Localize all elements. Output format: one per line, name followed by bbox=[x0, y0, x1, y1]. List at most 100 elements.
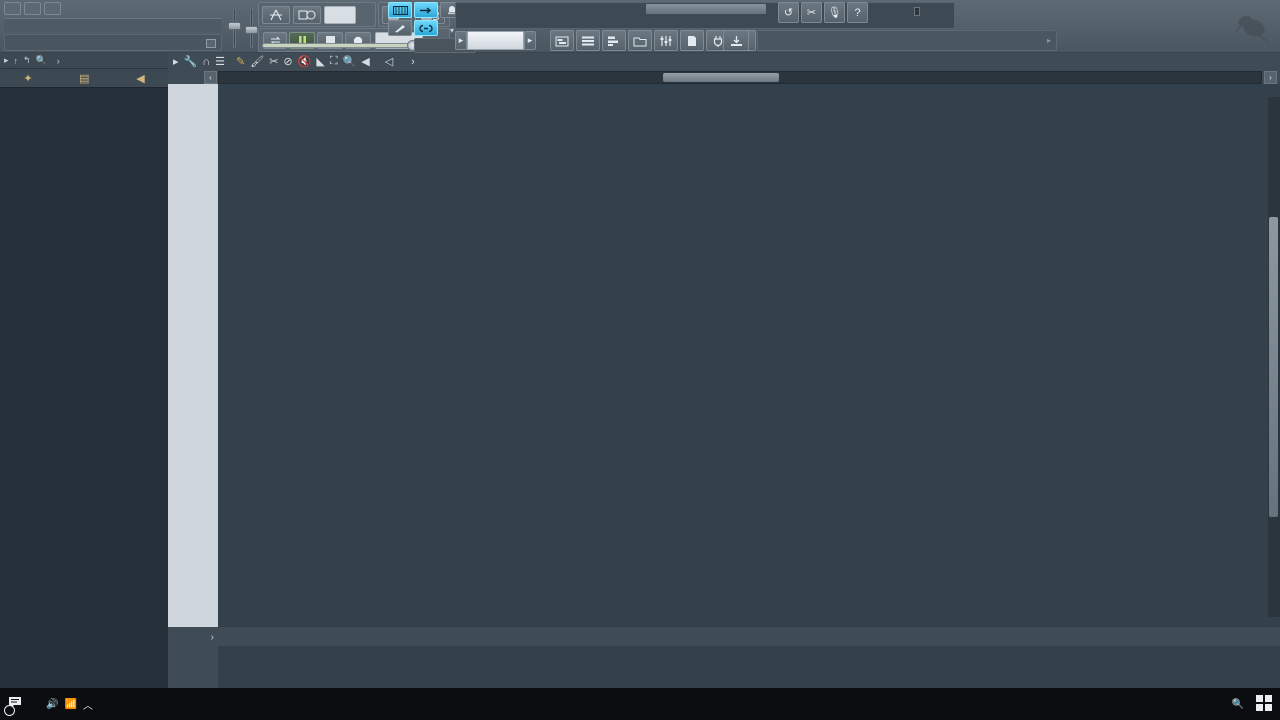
browser-folder-icon bbox=[633, 37, 647, 46]
speaker-icon[interactable]: ◁ bbox=[385, 55, 393, 68]
volume-icon[interactable]: 🔊 bbox=[46, 699, 58, 710]
chevron-right-icon[interactable]: › bbox=[57, 56, 60, 66]
mixer-icon bbox=[660, 35, 672, 46]
pattern-prev-button[interactable]: ▸ bbox=[455, 31, 467, 50]
microphone-button[interactable]: 🎙 bbox=[824, 2, 845, 23]
typing-keyboard-button[interactable] bbox=[388, 2, 412, 18]
delete-icon[interactable]: ✂ bbox=[269, 55, 278, 68]
magnet-icon[interactable]: ∩ bbox=[202, 56, 210, 68]
time-mode-icon[interactable] bbox=[206, 39, 216, 48]
screen: ▾ ▸ ↺ ✂ 🎙 bbox=[0, 0, 1280, 720]
chevron-right-icon[interactable]: › bbox=[411, 56, 415, 68]
scroll-right-button[interactable]: › bbox=[1264, 71, 1277, 84]
master-volume-fader[interactable] bbox=[228, 8, 241, 48]
pencil-icon[interactable]: ✎ bbox=[236, 55, 245, 68]
keyboard-icon bbox=[392, 5, 408, 15]
play-icon[interactable]: ▸ bbox=[4, 55, 9, 66]
master-faders bbox=[226, 2, 262, 51]
windows-taskbar: 🔊 📶 ︿ 🔍 bbox=[0, 688, 1280, 720]
cpu-meter-icon bbox=[914, 7, 920, 16]
zoom-icon[interactable]: 🔍 bbox=[343, 55, 357, 68]
playback-icon[interactable]: ◀ bbox=[361, 55, 369, 68]
pattern-name[interactable] bbox=[467, 31, 524, 50]
slice-icon[interactable]: ◣ bbox=[316, 55, 324, 68]
mute-icon[interactable]: 🔇 bbox=[298, 55, 312, 68]
shuffle-button[interactable]: ✂ bbox=[801, 2, 822, 23]
minimize-button[interactable] bbox=[4, 2, 21, 15]
undo-history-button[interactable]: ↺ bbox=[778, 2, 799, 23]
horizontal-scrollbar[interactable] bbox=[218, 71, 1262, 84]
fader-knob[interactable] bbox=[228, 22, 241, 30]
pitch-display[interactable] bbox=[324, 6, 356, 24]
help-button[interactable]: ? bbox=[847, 2, 868, 23]
pencil-icon bbox=[394, 24, 405, 32]
show-hidden-icons-icon[interactable]: ︿ bbox=[83, 697, 93, 712]
window-controls bbox=[4, 2, 61, 15]
browser-tree bbox=[0, 88, 168, 92]
project-info-button[interactable] bbox=[680, 30, 704, 51]
piano-roll-button[interactable] bbox=[602, 30, 626, 51]
playlist-button[interactable] bbox=[550, 30, 574, 51]
taskbar-left: 🔊 📶 ︿ bbox=[0, 693, 330, 716]
mode-buttons-panel bbox=[258, 2, 376, 27]
document-icon bbox=[688, 35, 696, 46]
mixer-button[interactable] bbox=[654, 30, 678, 51]
fader-knob[interactable] bbox=[245, 26, 258, 34]
song-position-panel[interactable] bbox=[4, 34, 222, 51]
windows-start-icon[interactable] bbox=[1256, 694, 1272, 714]
page-icon[interactable]: ▤ bbox=[79, 72, 89, 85]
up-arrow-icon[interactable]: ↑ bbox=[14, 56, 19, 66]
chevron-right-icon: ▸ bbox=[1046, 36, 1051, 45]
pattern-song-switch-button[interactable] bbox=[262, 6, 290, 24]
chevron-right-icon[interactable]: ▸ bbox=[173, 55, 179, 68]
automation-button[interactable] bbox=[388, 20, 412, 36]
star-icon[interactable]: ✦ bbox=[23, 72, 32, 85]
browser-button[interactable] bbox=[628, 30, 652, 51]
master-pitch-fader[interactable] bbox=[245, 8, 258, 48]
wait-midi-button[interactable] bbox=[293, 6, 321, 24]
paint-icon[interactable]: 🖌 bbox=[250, 55, 264, 68]
playlist-icon bbox=[555, 36, 569, 46]
notification-count bbox=[4, 705, 15, 716]
pattern-next-button[interactable]: ▸ bbox=[524, 31, 536, 50]
note-grid[interactable] bbox=[218, 84, 1280, 627]
restore-button[interactable] bbox=[24, 2, 41, 15]
piano-roll-icon bbox=[608, 36, 618, 46]
master-pitch-slider[interactable] bbox=[262, 43, 424, 48]
waveform-preview bbox=[646, 4, 766, 14]
action-center-icon[interactable] bbox=[4, 693, 28, 716]
network-icon[interactable]: 📶 bbox=[64, 699, 76, 710]
control-label-group: › bbox=[168, 629, 218, 646]
menu-bar bbox=[4, 18, 222, 32]
browser-panel: ▸ ↑ ↰ 🔍 › ✦ ▤ ◀ bbox=[0, 53, 168, 688]
undo-icon[interactable]: ↰ bbox=[23, 55, 31, 66]
close-button[interactable] bbox=[44, 2, 61, 15]
step-sequencer-button[interactable] bbox=[576, 30, 600, 51]
search-icon[interactable]: 🔍 bbox=[36, 55, 47, 66]
chevron-right-icon[interactable]: › bbox=[211, 632, 214, 643]
main-toolbar: ▾ ▸ ↺ ✂ 🎙 bbox=[0, 0, 1280, 53]
control-selected-value[interactable] bbox=[218, 631, 338, 644]
vertical-scrollbar[interactable] bbox=[1268, 97, 1280, 617]
link-button[interactable] bbox=[414, 20, 438, 36]
taskbar-right: 🔍 bbox=[1232, 694, 1280, 714]
vertical-scrollbar-thumb[interactable] bbox=[1269, 217, 1278, 517]
hint-bar: ▸ bbox=[757, 30, 1057, 51]
fl-studio-window: ▾ ▸ ↺ ✂ 🎙 bbox=[0, 0, 1280, 720]
search-icon[interactable]: 🔍 bbox=[1232, 699, 1244, 710]
wrench-icon[interactable]: 🔧 bbox=[184, 55, 198, 68]
arrow-right-icon bbox=[419, 6, 431, 14]
link-icon bbox=[419, 24, 433, 32]
pattern-selector[interactable]: ▸ ▸ bbox=[455, 30, 536, 51]
menu-icon[interactable]: ☰ bbox=[215, 55, 225, 68]
status-display bbox=[455, 2, 955, 29]
mute-tool-icon[interactable]: ⊘ bbox=[283, 55, 292, 68]
horizontal-scrollbar-thumb[interactable] bbox=[663, 73, 779, 82]
scroll-left-button[interactable]: ‹ bbox=[204, 71, 217, 84]
multilink-button[interactable] bbox=[414, 2, 438, 18]
browser-toolbar: ✦ ▤ ◀ bbox=[0, 69, 168, 88]
export-button[interactable] bbox=[723, 30, 749, 51]
select-icon[interactable]: ⛶ bbox=[330, 55, 338, 68]
piano-keyboard[interactable] bbox=[168, 84, 218, 627]
speaker-icon[interactable]: ◀ bbox=[136, 72, 144, 85]
